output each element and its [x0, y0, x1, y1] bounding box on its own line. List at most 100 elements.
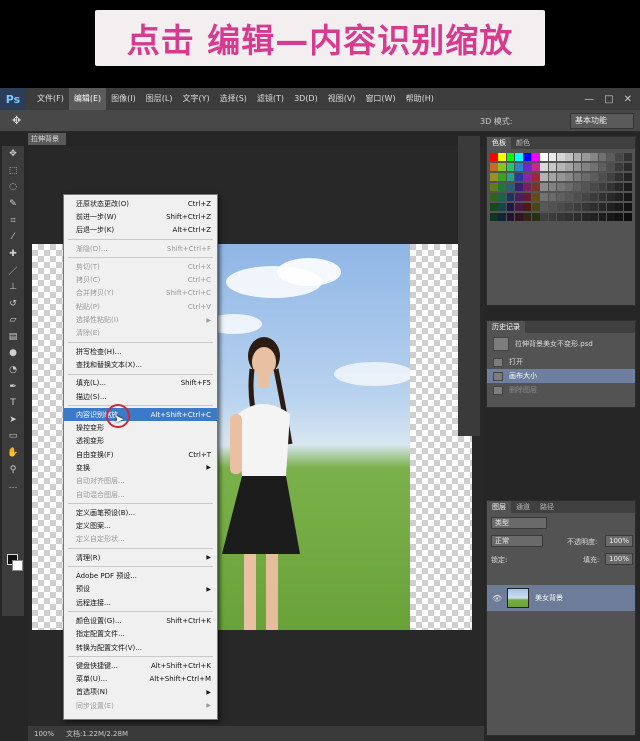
edit-menu-item[interactable]: 自动对齐图层...: [64, 475, 217, 488]
workspace-select[interactable]: 基本功能: [570, 113, 634, 129]
color-swatch[interactable]: [540, 163, 548, 171]
history-snapshot[interactable]: 拉伸背景美女不变形.psd: [487, 333, 635, 355]
tab-layers[interactable]: 图层: [487, 501, 511, 513]
layer-name[interactable]: 美女背景: [535, 593, 563, 603]
layer-kind-filter[interactable]: 类型: [491, 517, 547, 529]
color-swatch[interactable]: [515, 163, 523, 171]
color-swatch[interactable]: [506, 183, 515, 191]
color-swatch[interactable]: [598, 173, 607, 181]
edit-menu-item[interactable]: 剪切(T) Ctrl+X: [64, 260, 217, 273]
color-swatch[interactable]: [506, 213, 515, 221]
color-swatch[interactable]: [590, 173, 599, 181]
color-swatch[interactable]: [523, 153, 532, 161]
color-swatch[interactable]: [623, 193, 632, 201]
color-swatch[interactable]: [556, 203, 565, 211]
color-swatch[interactable]: [531, 213, 540, 221]
swatch-grid[interactable]: [490, 153, 632, 223]
color-swatch[interactable]: [531, 173, 540, 181]
color-swatch[interactable]: [590, 163, 599, 171]
edit-menu-item[interactable]: 菜单(U)... Alt+Shift+Ctrl+M: [64, 673, 217, 686]
layer-item[interactable]: 👁 美女背景: [487, 585, 635, 611]
marquee-tool-icon[interactable]: ⬚: [2, 163, 24, 180]
color-swatch[interactable]: [556, 153, 565, 161]
history-step[interactable]: 打开: [487, 355, 635, 369]
menu-image[interactable]: 图像(I): [106, 88, 141, 110]
menu-view[interactable]: 视图(V): [323, 88, 361, 110]
color-swatch[interactable]: [540, 203, 548, 211]
tab-swatches[interactable]: 色板: [487, 137, 511, 149]
history-step[interactable]: 删除图层: [487, 383, 635, 397]
color-swatch[interactable]: [590, 193, 599, 201]
color-swatch[interactable]: [548, 193, 557, 201]
blur-tool-icon[interactable]: ●: [2, 345, 24, 362]
color-swatch[interactable]: [498, 153, 507, 161]
color-swatch[interactable]: [607, 213, 615, 221]
edit-menu-item[interactable]: 透视变形: [64, 435, 217, 448]
color-swatch[interactable]: [515, 203, 523, 211]
color-swatch[interactable]: [523, 193, 532, 201]
color-swatch[interactable]: [573, 193, 582, 201]
color-swatch[interactable]: [490, 193, 498, 201]
brush-tool-icon[interactable]: ／: [2, 262, 24, 279]
hand-tool-icon[interactable]: ✋: [2, 445, 24, 462]
close-icon[interactable]: ✕: [624, 94, 632, 105]
color-swatch[interactable]: [556, 213, 565, 221]
color-swatch[interactable]: [506, 193, 515, 201]
color-swatch[interactable]: [498, 193, 507, 201]
color-swatch[interactable]: [581, 193, 590, 201]
color-swatch[interactable]: [531, 183, 540, 191]
color-swatch[interactable]: [573, 203, 582, 211]
edit-menu-item[interactable]: Adobe PDF 预设...: [64, 569, 217, 582]
color-swatch[interactable]: [506, 163, 515, 171]
color-swatch[interactable]: [623, 163, 632, 171]
color-swatch[interactable]: [607, 193, 615, 201]
color-swatch[interactable]: [506, 153, 515, 161]
color-swatch[interactable]: [581, 173, 590, 181]
color-swatch[interactable]: [607, 183, 615, 191]
color-swatch[interactable]: [565, 203, 573, 211]
lasso-tool-icon[interactable]: ◌: [2, 179, 24, 196]
move-tool-icon[interactable]: ✥: [2, 146, 24, 163]
color-swatch[interactable]: [498, 183, 507, 191]
background-color-swatch[interactable]: [12, 560, 23, 571]
edit-menu-item[interactable]: 查找和替换文本(X)...: [64, 358, 217, 371]
color-swatch[interactable]: [573, 213, 582, 221]
color-swatch[interactable]: [556, 183, 565, 191]
color-swatch[interactable]: [490, 203, 498, 211]
tab-paths[interactable]: 路径: [535, 501, 559, 513]
color-swatch[interactable]: [565, 213, 573, 221]
edit-menu-item[interactable]: 后退一步(K) Alt+Ctrl+Z: [64, 224, 217, 237]
color-swatch[interactable]: [523, 163, 532, 171]
color-swatch[interactable]: [590, 213, 599, 221]
color-swatch[interactable]: [523, 213, 532, 221]
fill-input[interactable]: 100%: [605, 553, 633, 565]
color-swatch[interactable]: [565, 173, 573, 181]
color-swatch[interactable]: [498, 213, 507, 221]
color-swatch[interactable]: [523, 173, 532, 181]
color-swatch[interactable]: [607, 163, 615, 171]
edit-menu-item[interactable]: 前进一步(W) Shift+Ctrl+Z: [64, 210, 217, 223]
color-swatch[interactable]: [623, 203, 632, 211]
color-swatch[interactable]: [615, 193, 624, 201]
color-swatch[interactable]: [607, 173, 615, 181]
menu-window[interactable]: 窗口(W): [360, 88, 400, 110]
color-swatch[interactable]: [573, 183, 582, 191]
color-swatch[interactable]: [498, 173, 507, 181]
edit-menu-item[interactable]: 填充(L)... Shift+F5: [64, 377, 217, 390]
zoom-level[interactable]: 100%: [34, 730, 54, 738]
color-swatch[interactable]: [615, 183, 624, 191]
edit-menu-item[interactable]: 预设 ▶: [64, 583, 217, 596]
edit-menu-item[interactable]: 定义画笔预设(B)...: [64, 506, 217, 519]
eyedropper-tool-icon[interactable]: ⁄: [2, 229, 24, 246]
more-tools-icon[interactable]: …: [2, 478, 24, 495]
color-swatch[interactable]: [590, 153, 599, 161]
edit-menu-item[interactable]: 远程连接...: [64, 596, 217, 609]
color-swatch[interactable]: [556, 173, 565, 181]
color-swatch[interactable]: [565, 183, 573, 191]
edit-menu-item[interactable]: 首选项(N) ▶: [64, 686, 217, 699]
menu-3d[interactable]: 3D(D): [289, 88, 323, 110]
edit-menu-item[interactable]: 定义图案...: [64, 520, 217, 533]
edit-menu-item[interactable]: 自动混合图层...: [64, 488, 217, 501]
color-swatch[interactable]: [615, 173, 624, 181]
history-brush-icon[interactable]: ↺: [2, 295, 24, 312]
